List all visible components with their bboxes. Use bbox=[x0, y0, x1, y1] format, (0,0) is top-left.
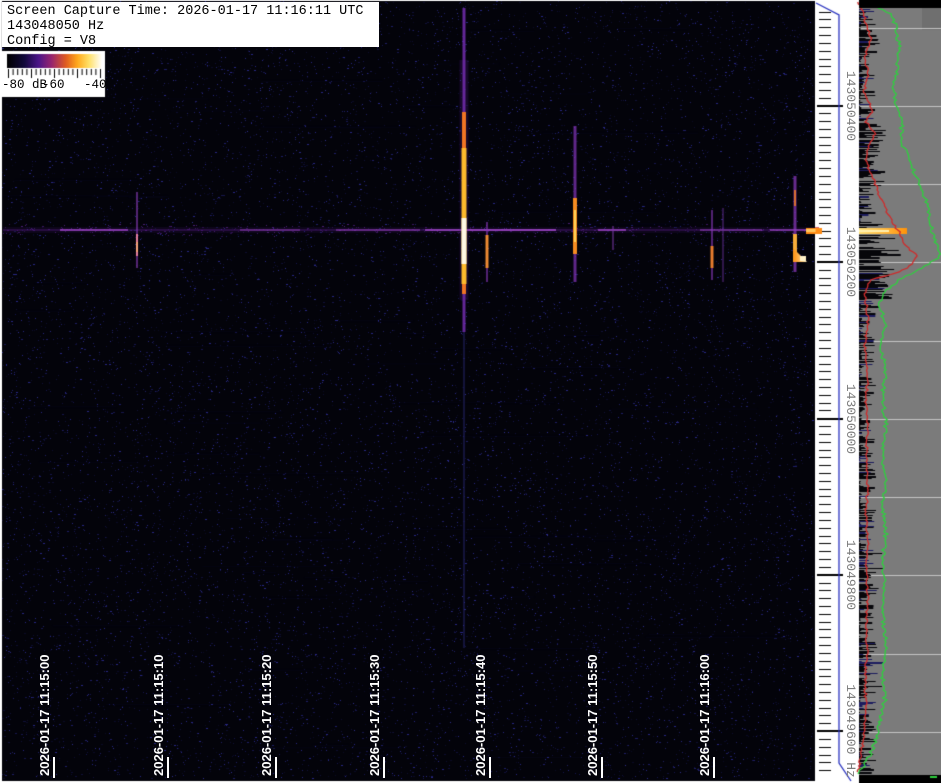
time-axis-tick bbox=[167, 757, 169, 778]
time-axis-label: 2026-01-17 11:15:30 bbox=[367, 655, 382, 776]
time-axis-tick bbox=[713, 757, 715, 778]
time-axis-label: 2026-01-17 11:15:40 bbox=[473, 655, 488, 776]
colorbar-tick-label: -40 bbox=[84, 78, 107, 92]
time-axis-label: 2026-01-17 11:15:00 bbox=[37, 655, 52, 776]
time-axis-tick bbox=[489, 757, 491, 778]
time-axis-tick bbox=[383, 757, 385, 778]
spectrum-lab-screen-capture: Screen Capture Time: 2026-01-17 11:16:11… bbox=[0, 0, 941, 783]
time-axis-label: 2026-01-17 11:15:20 bbox=[259, 655, 274, 776]
spectrogram-canvas bbox=[0, 0, 941, 783]
capture-time-label: Screen Capture Time: 2026-01-17 11:16:11… bbox=[7, 4, 379, 19]
freq-axis-label: 143049800 bbox=[843, 540, 858, 610]
time-axis-label: 2026-01-17 11:15:10 bbox=[151, 655, 166, 776]
time-axis-label: 2026-01-17 11:15:50 bbox=[585, 655, 600, 776]
freq-axis-label: 143050400 bbox=[843, 71, 858, 141]
capture-info-panel: Screen Capture Time: 2026-01-17 11:16:11… bbox=[2, 2, 379, 47]
freq-axis-label: 143050200 bbox=[843, 227, 858, 297]
freq-axis-label: 143050000 bbox=[843, 384, 858, 454]
freq-axis-label: 143049600 Hz bbox=[843, 684, 858, 778]
colorbar-tick-label: -80 dB bbox=[2, 78, 47, 92]
time-axis-tick bbox=[53, 757, 55, 778]
time-axis-tick bbox=[275, 757, 277, 778]
colorbar-tick-label: -60 bbox=[42, 78, 65, 92]
capture-frequency-label: 143048050 Hz bbox=[7, 19, 379, 34]
config-label: Config = V8 bbox=[7, 34, 379, 49]
time-axis-tick bbox=[601, 757, 603, 778]
time-axis-label: 2026-01-17 11:16:00 bbox=[697, 655, 712, 776]
